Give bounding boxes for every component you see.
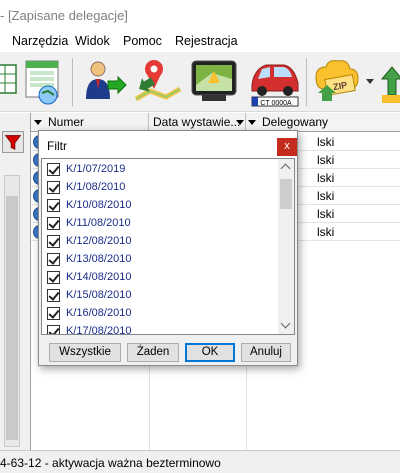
checkbox[interactable] [47, 271, 60, 284]
chevron-down-icon[interactable] [364, 55, 376, 109]
cell-delegowany: lski [317, 153, 335, 167]
list-item-label: K/1/07/2019 [66, 163, 126, 175]
status-bar: 4-63-12 - aktywacja ważna bezterminowo [0, 450, 400, 473]
filter-icon[interactable] [2, 131, 24, 153]
zip-archive-icon[interactable]: ZIP [312, 55, 362, 109]
toolbar: CT 0000A ZIP [0, 52, 400, 112]
list-item-label: K/14/08/2010 [66, 271, 132, 283]
list-item-label: K/15/08/2010 [66, 289, 132, 301]
column-filter-arrow-icon[interactable] [248, 120, 256, 125]
list-item-label: K/11/08/2010 [66, 217, 131, 229]
list-scrollbar[interactable] [278, 159, 294, 334]
list-item-label: K/17/08/2010 [66, 325, 132, 335]
checkbox[interactable] [47, 217, 60, 230]
scrollbar-thumb[interactable] [280, 179, 292, 209]
menu-pomoc[interactable]: Pomoc [123, 34, 162, 48]
toolbar-separator [72, 58, 73, 106]
title-bar: - [Zapisane delegacje] [0, 0, 400, 30]
toolbar-separator [306, 58, 307, 106]
select-all-button[interactable]: Wszystkie [49, 343, 121, 362]
ok-button[interactable]: OK [185, 343, 235, 362]
list-item-label: K/16/08/2010 [66, 307, 132, 319]
list-item-label: K/1/08/2010 [66, 181, 126, 193]
checkbox[interactable] [47, 163, 60, 176]
menu-widok[interactable]: Widok [75, 34, 110, 48]
status-text: 4-63-12 - aktywacja ważna bezterminowo [0, 456, 221, 470]
window-title: - [Zapisane delegacje] [0, 8, 128, 23]
document-map-icon[interactable] [18, 55, 68, 109]
cell-delegowany: lski [317, 171, 335, 185]
checkbox[interactable] [47, 253, 60, 266]
car-plate-text: CT 0000A [260, 100, 292, 107]
checkbox[interactable] [47, 235, 60, 248]
cancel-button[interactable]: Anuluj [241, 343, 291, 362]
checkbox[interactable] [47, 289, 60, 302]
menu-narzedzia[interactable]: Narzędzia [12, 34, 68, 48]
car-icon[interactable]: CT 0000A [246, 55, 302, 109]
menu-bar: Narzędzia Widok Pomoc Rejestracja [0, 30, 400, 52]
close-button[interactable]: x [277, 138, 297, 156]
dialog-title: Filtr [47, 139, 67, 153]
left-scrollbar-thumb[interactable] [6, 196, 18, 440]
list-item-label: K/10/08/2010 [66, 199, 132, 211]
upload-arrow-icon[interactable] [378, 55, 400, 109]
checkbox[interactable] [47, 181, 60, 194]
employee-delegation-icon[interactable] [78, 55, 128, 109]
select-none-button[interactable]: Żaden [127, 343, 179, 362]
filter-list: K/1/07/2019 K/1/08/2010 K/10/08/2010 K/1… [41, 158, 295, 335]
left-pane [0, 113, 30, 450]
cell-delegowany: lski [317, 189, 335, 203]
dialog-title-bar[interactable]: Filtr [39, 131, 297, 159]
scroll-up-icon[interactable] [278, 159, 294, 176]
left-scrollbar[interactable] [4, 175, 20, 447]
cell-delegowany: lski [317, 225, 335, 239]
gps-navigation-icon[interactable] [188, 55, 242, 109]
scroll-down-icon[interactable] [278, 317, 294, 334]
cell-delegowany: lski [317, 135, 335, 149]
filter-dialog: Filtr x K/1/07/2019 K/1/08/2010 K/10/08/… [38, 130, 298, 366]
checkbox[interactable] [47, 199, 60, 212]
list-item-label: K/13/08/2010 [66, 253, 132, 265]
checkbox[interactable] [47, 325, 60, 334]
cell-delegowany: lski [317, 207, 335, 221]
column-filter-arrow-icon[interactable] [34, 120, 42, 125]
checkbox[interactable] [47, 307, 60, 320]
menu-rejestracja[interactable]: Rejestracja [175, 34, 238, 48]
route-map-icon[interactable] [132, 55, 184, 109]
column-filter-arrow-icon[interactable] [236, 120, 244, 125]
list-item-label: K/12/08/2010 [66, 235, 132, 247]
